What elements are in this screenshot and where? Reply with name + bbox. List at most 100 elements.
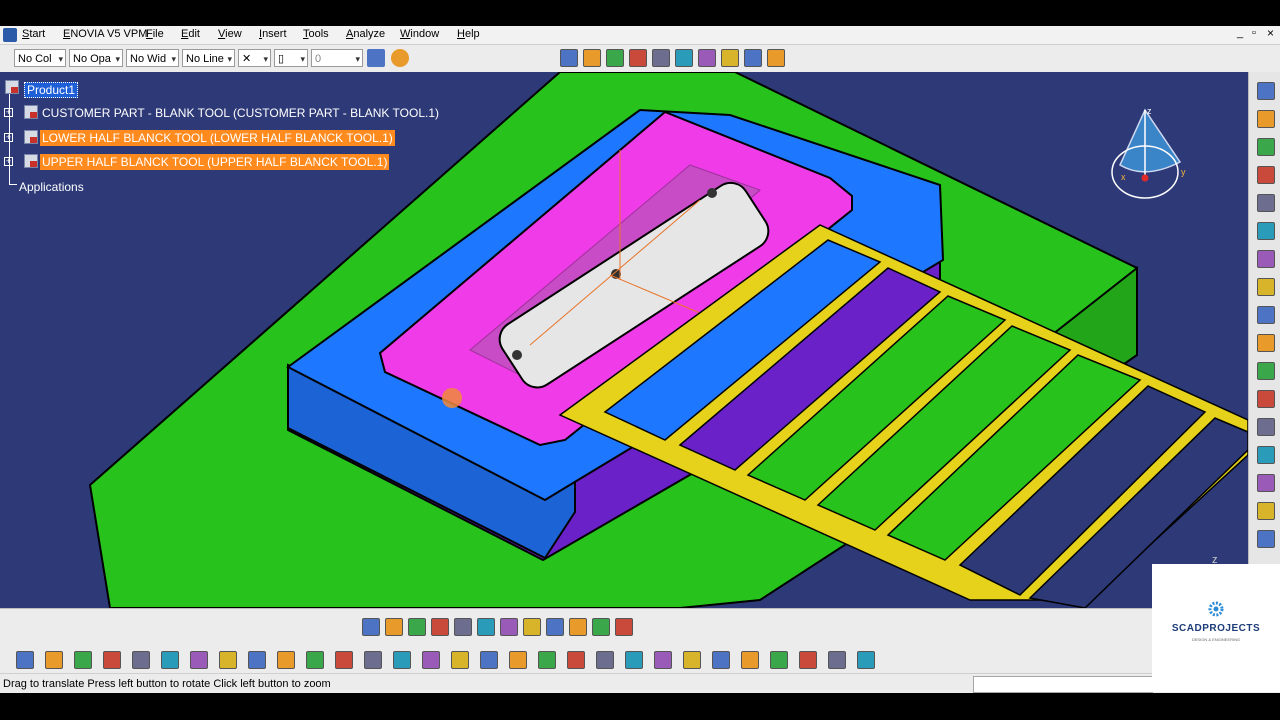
reorder-icon[interactable] [625, 651, 643, 669]
existing-component-icon[interactable] [1257, 194, 1275, 212]
bom-icon[interactable] [422, 651, 440, 669]
menu-tools[interactable]: Tools [303, 28, 329, 40]
settings-icon[interactable] [767, 49, 785, 67]
whats-this-icon[interactable] [277, 651, 295, 669]
zoom-in-icon[interactable] [454, 618, 472, 636]
tree-root[interactable]: Product1 [24, 82, 79, 98]
knowledge-icon[interactable] [364, 651, 382, 669]
compass-icon[interactable]: z x y [1105, 100, 1195, 200]
grid-icon[interactable] [857, 651, 875, 669]
menu-enovia[interactable]: ENOVIA V5 VPM [63, 28, 147, 40]
select-icon[interactable] [1257, 250, 1275, 268]
expand-icon[interactable]: + [4, 133, 13, 142]
multi-view-icon[interactable] [523, 618, 541, 636]
catalog-icon[interactable] [583, 49, 601, 67]
shading-icon[interactable] [569, 618, 587, 636]
save-management-icon[interactable] [683, 651, 701, 669]
paste-icon[interactable] [190, 651, 208, 669]
menu-insert[interactable]: Insert [259, 28, 287, 40]
offset-icon[interactable] [1257, 362, 1275, 380]
coincidence-icon[interactable] [1257, 306, 1275, 324]
sectioning-icon[interactable] [721, 49, 739, 67]
format-painter-icon[interactable] [367, 49, 385, 67]
manipulate-icon[interactable] [652, 49, 670, 67]
color-combo[interactable]: No Col ▾ [14, 49, 66, 67]
angle-icon[interactable] [1257, 390, 1275, 408]
hide-show-icon[interactable] [592, 618, 610, 636]
restore-button[interactable]: ▫ [1252, 27, 1256, 39]
apply-icon[interactable] [828, 651, 846, 669]
applied-material-icon[interactable] [799, 651, 817, 669]
rendering-style-combo[interactable]: ▯ ▾ [274, 49, 308, 67]
layer-combo[interactable]: 0 ▾ [311, 49, 363, 67]
menu-window[interactable]: Window [400, 28, 439, 40]
explode-icon[interactable] [675, 49, 693, 67]
material-icon[interactable] [770, 651, 788, 669]
menu-start[interactable]: Start [22, 28, 45, 40]
tree-item-customer-part[interactable]: CUSTOMER PART - BLANK TOOL (CUSTOMER PAR… [42, 106, 439, 120]
quick-constraint-icon[interactable] [1257, 474, 1275, 492]
graphic-properties-icon[interactable] [391, 49, 409, 67]
tree-item-applications[interactable]: Applications [19, 180, 84, 194]
point-symbol-combo[interactable]: ✕ ▾ [238, 49, 271, 67]
linetype-combo[interactable]: No Line ▾ [182, 49, 235, 67]
sketch-icon[interactable] [741, 651, 759, 669]
tree-item-upper-half[interactable]: UPPER HALF BLANCK TOOL (UPPER HALF BLANC… [40, 154, 390, 170]
menu-file[interactable]: File [146, 28, 164, 40]
iso-view-icon[interactable] [546, 618, 564, 636]
copy-icon[interactable] [161, 651, 179, 669]
print-icon[interactable] [103, 651, 121, 669]
fit-all-icon[interactable] [385, 618, 403, 636]
move-icon[interactable] [654, 651, 672, 669]
fly-mode-icon[interactable] [362, 618, 380, 636]
catia-logo-icon[interactable] [3, 28, 17, 42]
menu-help[interactable]: Help [457, 28, 480, 40]
close-button[interactable]: × [1267, 26, 1274, 40]
replace-icon[interactable] [1257, 222, 1275, 240]
scene-icon[interactable] [538, 651, 556, 669]
width-combo[interactable]: No Wid ▾ [126, 49, 179, 67]
camera-icon[interactable] [567, 651, 585, 669]
analysis-icon[interactable] [480, 651, 498, 669]
swap-space-icon[interactable] [615, 618, 633, 636]
minimize-button[interactable]: _ [1237, 27, 1243, 39]
generate-numbering-icon[interactable] [596, 651, 614, 669]
formula-icon[interactable] [306, 651, 324, 669]
menu-edit[interactable]: Edit [181, 28, 200, 40]
menu-analyze[interactable]: Analyze [346, 28, 385, 40]
expand-icon[interactable]: + [4, 157, 13, 166]
undo-icon[interactable] [219, 651, 237, 669]
fix-together-icon[interactable] [1257, 446, 1275, 464]
table-icon[interactable] [393, 651, 411, 669]
measure-between-icon[interactable] [1257, 530, 1275, 548]
pan-icon[interactable] [408, 618, 426, 636]
part-icon[interactable] [1257, 166, 1275, 184]
rotate-view-icon[interactable] [431, 618, 449, 636]
catalog-browser-icon[interactable] [509, 651, 527, 669]
product-icon[interactable] [1257, 110, 1275, 128]
redo-icon[interactable] [248, 651, 266, 669]
clash-icon[interactable] [698, 49, 716, 67]
3d-viewport[interactable]: Product1 + CUSTOMER PART - BLANK TOOL (C… [0, 72, 1248, 608]
update-icon[interactable] [1257, 278, 1275, 296]
contact-icon[interactable] [1257, 334, 1275, 352]
render-icon[interactable] [712, 651, 730, 669]
command-input[interactable] [973, 676, 1153, 693]
apply-material-icon[interactable] [560, 49, 578, 67]
fix-icon[interactable] [1257, 418, 1275, 436]
zoom-out-icon[interactable] [477, 618, 495, 636]
flexible-icon[interactable] [1257, 502, 1275, 520]
normal-view-icon[interactable] [500, 618, 518, 636]
new-icon[interactable] [16, 651, 34, 669]
publish-icon[interactable] [451, 651, 469, 669]
opacity-combo[interactable]: No Opa ▾ [69, 49, 123, 67]
comment-icon[interactable] [335, 651, 353, 669]
save-icon[interactable] [74, 651, 92, 669]
rotate-icon[interactable] [1257, 82, 1275, 100]
cut-icon[interactable] [132, 651, 150, 669]
measure-icon[interactable] [744, 49, 762, 67]
tree-item-lower-half[interactable]: LOWER HALF BLANCK TOOL (LOWER HALF BLANC… [40, 130, 395, 146]
component-icon[interactable] [1257, 138, 1275, 156]
snap-icon[interactable] [629, 49, 647, 67]
assembly-constraint-icon[interactable] [606, 49, 624, 67]
